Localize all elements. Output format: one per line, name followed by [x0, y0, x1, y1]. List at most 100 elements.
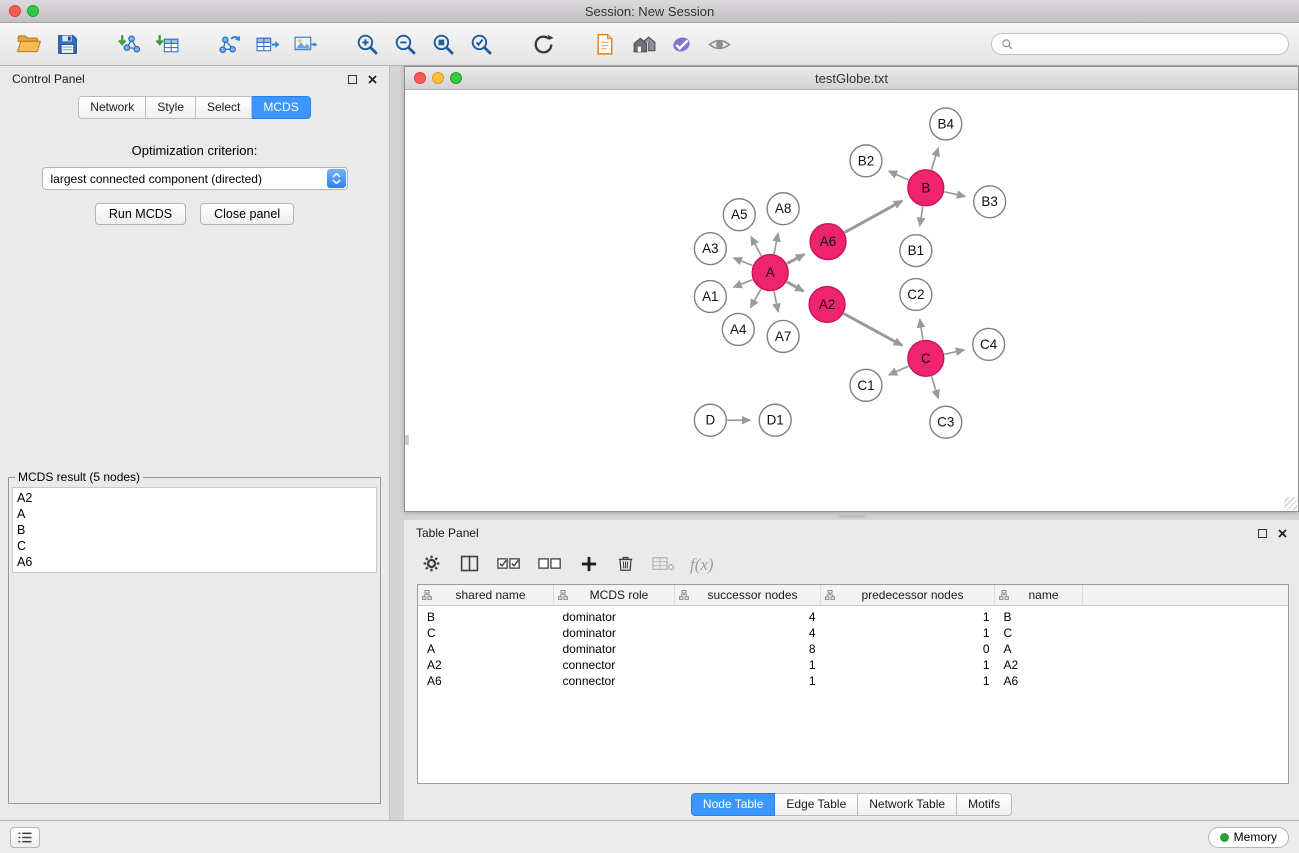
gear-icon	[421, 553, 442, 577]
graph-node-B2[interactable]: B2	[850, 145, 882, 177]
export-web-button[interactable]	[586, 28, 624, 60]
tab-select[interactable]: Select	[196, 96, 252, 119]
eye-button[interactable]	[700, 28, 738, 60]
mcds-panel: Optimization criterion: largest connecte…	[0, 119, 389, 820]
graph-node-C[interactable]: C	[908, 340, 944, 376]
refresh-button[interactable]	[524, 28, 562, 60]
tab-style[interactable]: Style	[146, 96, 196, 119]
trash-button[interactable]	[616, 554, 635, 576]
network-minimize-button[interactable]	[432, 72, 444, 84]
select-checked-button[interactable]	[497, 556, 521, 574]
zoom-in-button[interactable]	[348, 28, 386, 60]
graph-node-C3[interactable]: C3	[930, 406, 962, 438]
table-row[interactable]: Adominator80A	[418, 641, 1288, 657]
export-network-button[interactable]	[210, 28, 248, 60]
graph-node-A1[interactable]: A1	[694, 281, 726, 313]
network-canvas[interactable]: B4 B2 B B3 A5 A8 A6 A3 B1 A C2 A1 A2 A4 A7 C4 C C1 C3 D D1	[405, 90, 1298, 511]
close-panel-icon[interactable]	[368, 75, 377, 84]
graph-node-B4[interactable]: B4	[930, 108, 962, 140]
tab-network-table[interactable]: Network Table	[858, 793, 957, 816]
home-icon	[631, 32, 656, 57]
column-header-name[interactable]: name	[995, 585, 1083, 606]
graph-node-A[interactable]: A	[752, 255, 788, 291]
memory-label: Memory	[1234, 830, 1277, 844]
close-panel-button[interactable]: Close panel	[200, 203, 294, 225]
memory-status-icon	[1220, 833, 1229, 842]
tab-edge-table[interactable]: Edge Table	[775, 793, 858, 816]
import-table-button[interactable]	[148, 28, 186, 60]
zoom-selected-button[interactable]	[462, 28, 500, 60]
home-button[interactable]	[624, 28, 662, 60]
table-row[interactable]: A2connector11A2	[418, 657, 1288, 673]
graph-node-D1[interactable]: D1	[759, 404, 791, 436]
mcds-result-item[interactable]: A2	[17, 490, 372, 506]
close-window-button[interactable]	[9, 5, 21, 17]
column-header-predecessor-nodes[interactable]: predecessor nodes	[821, 585, 995, 606]
tab-motifs[interactable]: Motifs	[957, 793, 1012, 816]
save-session-button[interactable]	[48, 28, 86, 60]
zoom-window-button[interactable]	[27, 5, 39, 17]
style-button[interactable]	[662, 28, 700, 60]
cell-successor_nodes: 4	[675, 625, 821, 641]
graph-node-A6[interactable]: A6	[810, 224, 846, 260]
panel-splitter[interactable]	[404, 512, 1299, 520]
graph-node-C4[interactable]: C4	[973, 328, 1005, 360]
mcds-result-item[interactable]: C	[17, 538, 372, 554]
graph-node-B3[interactable]: B3	[974, 186, 1006, 218]
network-close-button[interactable]	[414, 72, 426, 84]
table-close-panel-icon[interactable]	[1278, 529, 1287, 538]
run-mcds-button[interactable]: Run MCDS	[95, 203, 186, 225]
svg-text:B1: B1	[908, 243, 924, 258]
svg-text:A: A	[766, 265, 775, 280]
tab-node-table[interactable]: Node Table	[691, 793, 776, 816]
memory-button[interactable]: Memory	[1208, 827, 1289, 848]
column-header-successor-nodes[interactable]: successor nodes	[675, 585, 821, 606]
mcds-result-item[interactable]: B	[17, 522, 372, 538]
add-button[interactable]	[579, 554, 599, 577]
table-float-panel-icon[interactable]	[1258, 529, 1267, 538]
zoom-out-button[interactable]	[386, 28, 424, 60]
float-panel-icon[interactable]	[348, 75, 357, 84]
export-image-button[interactable]	[286, 28, 324, 60]
select-unchecked-button[interactable]	[538, 556, 562, 574]
mcds-result-item[interactable]: A	[17, 506, 372, 522]
search-input[interactable]	[1019, 36, 1279, 52]
tab-mcds[interactable]: MCDS	[252, 96, 310, 119]
task-history-button[interactable]	[10, 827, 40, 848]
table-row[interactable]: Cdominator41C	[418, 625, 1288, 641]
graph-edge	[920, 319, 923, 339]
optimization-criterion-dropdown[interactable]: largest connected component (directed)	[42, 167, 348, 190]
zoom-fit-button[interactable]	[424, 28, 462, 60]
import-network-button[interactable]	[110, 28, 148, 60]
open-session-button[interactable]	[10, 28, 48, 60]
graph-node-B[interactable]: B	[908, 170, 944, 206]
export-table-button[interactable]	[248, 28, 286, 60]
tab-network[interactable]: Network	[78, 96, 146, 119]
graph-node-A8[interactable]: A8	[767, 193, 799, 225]
graph-node-A5[interactable]: A5	[723, 199, 755, 231]
column-header-mcds-role[interactable]: MCDS role	[554, 585, 675, 606]
graph-node-B1[interactable]: B1	[900, 235, 932, 267]
graph-edge	[787, 282, 804, 291]
window-title: Session: New Session	[585, 4, 714, 19]
graph-node-A7[interactable]: A7	[767, 320, 799, 352]
graph-node-A4[interactable]: A4	[722, 313, 754, 345]
graph-node-A2[interactable]: A2	[809, 287, 845, 323]
graph-node-C1[interactable]: C1	[850, 369, 882, 401]
cell-name: B	[995, 606, 1083, 626]
column-header-shared-name[interactable]: shared name	[418, 585, 554, 606]
export-image-icon	[293, 32, 318, 57]
columns-button[interactable]	[459, 553, 480, 577]
mcds-result-item[interactable]: A6	[17, 554, 372, 570]
mcds-result-group: MCDS result (5 nodes) A2ABCA6	[8, 470, 381, 804]
svg-text:A1: A1	[702, 289, 718, 304]
table-row[interactable]: A6connector11A6	[418, 673, 1288, 689]
gear-button[interactable]	[421, 553, 442, 577]
network-zoom-button[interactable]	[450, 72, 462, 84]
resize-grip[interactable]	[1284, 497, 1297, 510]
graph-node-A3[interactable]: A3	[694, 233, 726, 265]
table-row[interactable]: Bdominator41B	[418, 606, 1288, 626]
graph-node-C2[interactable]: C2	[900, 279, 932, 311]
graph-node-D[interactable]: D	[694, 404, 726, 436]
search-box[interactable]	[991, 33, 1289, 55]
